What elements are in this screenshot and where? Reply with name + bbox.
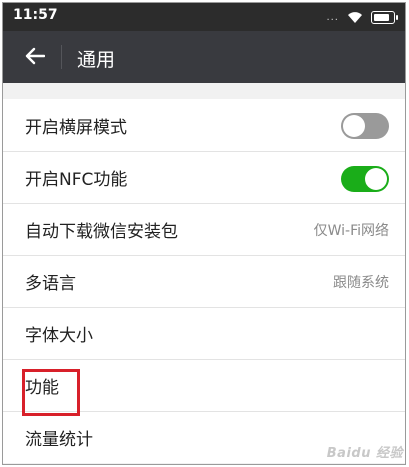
nfc-toggle[interactable] — [341, 166, 389, 192]
notification-dots-icon: ... — [326, 11, 339, 23]
status-time: 11:57 — [13, 7, 58, 23]
battery-icon — [371, 10, 398, 24]
setting-language[interactable]: 多语言 跟随系统 — [3, 255, 405, 307]
title-divider — [61, 45, 62, 69]
battery-level — [374, 13, 389, 21]
setting-landscape-mode[interactable]: 开启横屏模式 — [3, 99, 405, 151]
setting-label: 字体大小 — [25, 326, 93, 346]
status-bar: 11:57 ... — [3, 3, 405, 31]
setting-label: 多语言 — [25, 274, 76, 294]
title-bar: 通用 — [3, 31, 405, 83]
landscape-mode-toggle[interactable] — [341, 113, 389, 139]
wifi-icon — [347, 11, 363, 24]
toggle-knob — [365, 168, 387, 190]
toggle-knob — [343, 115, 365, 137]
setting-font-size[interactable]: 字体大小 — [3, 307, 405, 359]
setting-label: 开启NFC功能 — [25, 170, 128, 190]
setting-label: 自动下载微信安装包 — [25, 222, 178, 242]
baidu-watermark: Baidu 经验 — [326, 446, 403, 461]
page-title: 通用 — [77, 49, 116, 71]
annotation-highlight-box — [22, 369, 80, 416]
setting-nfc[interactable]: 开启NFC功能 — [3, 151, 405, 203]
setting-value: 仅Wi-Fi网络 — [313, 222, 389, 239]
back-button[interactable] — [15, 43, 47, 71]
setting-value: 跟随系统 — [333, 274, 389, 291]
setting-auto-download[interactable]: 自动下载微信安装包 仅Wi-Fi网络 — [3, 203, 405, 255]
phone-screen: 11:57 ... 通用 开启横屏模式 开启NFC功能 自动下载微信安装包 仅W… — [2, 2, 406, 465]
setting-label: 流量统计 — [25, 430, 93, 450]
setting-label: 开启横屏模式 — [25, 117, 127, 138]
status-icons: ... — [326, 9, 398, 25]
back-arrow-icon — [25, 47, 45, 65]
